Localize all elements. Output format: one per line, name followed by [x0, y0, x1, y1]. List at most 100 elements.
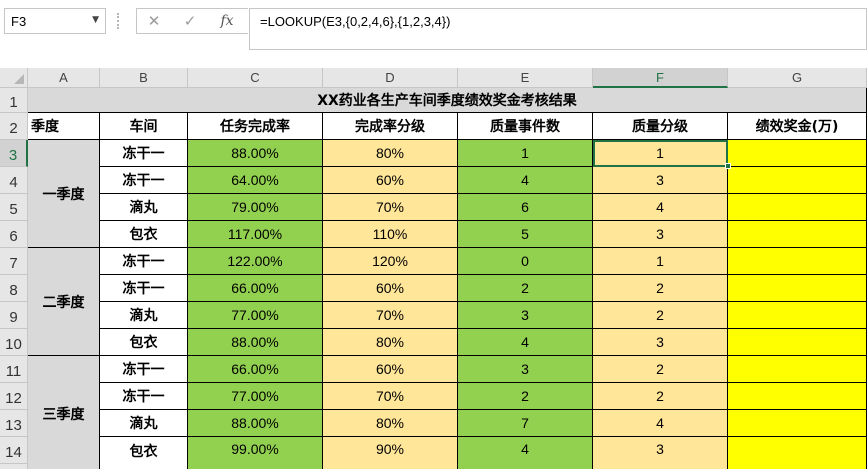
quality-grade-cell[interactable]: 3: [593, 329, 728, 356]
rate-grade-cell[interactable]: 120%: [323, 248, 458, 275]
column-header-d[interactable]: D: [323, 68, 458, 88]
quality-events-cell[interactable]: 2: [458, 275, 593, 302]
bonus-cell[interactable]: [728, 329, 867, 356]
bonus-cell[interactable]: [728, 194, 867, 221]
quality-grade-cell[interactable]: 2: [593, 275, 728, 302]
header-completion-grade[interactable]: 完成率分级: [323, 113, 458, 140]
quality-events-cell[interactable]: 4: [458, 167, 593, 194]
rate-grade-cell[interactable]: 110%: [323, 221, 458, 248]
quality-events-cell[interactable]: 3: [458, 302, 593, 329]
cancel-icon[interactable]: ✕: [141, 8, 167, 34]
quality-grade-cell[interactable]: 2: [593, 356, 728, 383]
workshop-cell[interactable]: 冻干一: [100, 140, 188, 167]
row-header-6[interactable]: 6: [0, 221, 28, 248]
task-rate-cell[interactable]: 64.00%: [188, 167, 323, 194]
bonus-cell[interactable]: [728, 248, 867, 275]
quality-events-cell[interactable]: 1: [458, 140, 593, 167]
rate-grade-cell[interactable]: 60%: [323, 167, 458, 194]
rate-grade-cell[interactable]: 60%: [323, 275, 458, 302]
quality-grade-cell[interactable]: 2: [593, 302, 728, 329]
rate-grade-cell[interactable]: 90%: [323, 437, 458, 469]
task-rate-cell[interactable]: 77.00%: [188, 383, 323, 410]
quality-grade-cell[interactable]: 4: [593, 194, 728, 221]
quality-events-cell[interactable]: 4: [458, 437, 593, 469]
task-rate-cell[interactable]: 99.00%: [188, 437, 323, 469]
column-header-c[interactable]: C: [188, 68, 323, 88]
task-rate-cell[interactable]: 117.00%: [188, 221, 323, 248]
rate-grade-cell[interactable]: 80%: [323, 410, 458, 437]
workshop-cell[interactable]: 冻干一: [100, 383, 188, 410]
quality-grade-cell[interactable]: 4: [593, 410, 728, 437]
quality-grade-cell[interactable]: 1: [593, 140, 728, 167]
row-header-13[interactable]: 13: [0, 410, 28, 437]
rate-grade-cell[interactable]: 80%: [323, 140, 458, 167]
rate-grade-cell[interactable]: 80%: [323, 329, 458, 356]
quality-grade-cell[interactable]: 3: [593, 167, 728, 194]
row-header-11[interactable]: 11: [0, 356, 28, 383]
task-rate-cell[interactable]: 88.00%: [188, 410, 323, 437]
header-quality-events[interactable]: 质量事件数: [458, 113, 593, 140]
quality-events-cell[interactable]: 2: [458, 383, 593, 410]
header-workshop[interactable]: 车间: [100, 113, 188, 140]
quality-grade-cell[interactable]: 3: [593, 437, 728, 469]
row-header-1[interactable]: 1: [0, 88, 28, 113]
rate-grade-cell[interactable]: 70%: [323, 383, 458, 410]
rate-grade-cell[interactable]: 70%: [323, 194, 458, 221]
workshop-cell[interactable]: 滴丸: [100, 410, 188, 437]
row-header-9[interactable]: 9: [0, 302, 28, 329]
quality-grade-cell[interactable]: 1: [593, 248, 728, 275]
bonus-cell[interactable]: [728, 302, 867, 329]
workshop-cell[interactable]: 包衣: [100, 329, 188, 356]
header-task-completion-rate[interactable]: 任务完成率: [188, 113, 323, 140]
header-quarter[interactable]: 季度: [28, 113, 100, 140]
workshop-cell[interactable]: 滴丸: [100, 302, 188, 329]
task-rate-cell[interactable]: 66.00%: [188, 356, 323, 383]
row-header-4[interactable]: 4: [0, 167, 28, 194]
quality-events-cell[interactable]: 6: [458, 194, 593, 221]
column-header-g[interactable]: G: [728, 68, 867, 88]
task-rate-cell[interactable]: 122.00%: [188, 248, 323, 275]
table-title[interactable]: XX药业各生产车间季度绩效奖金考核结果: [28, 88, 867, 113]
formula-input[interactable]: =LOOKUP(E3,{0,2,4,6},{1,2,3,4}): [249, 8, 867, 50]
bonus-cell[interactable]: [728, 356, 867, 383]
fill-handle[interactable]: [725, 163, 731, 169]
bonus-cell[interactable]: [728, 221, 867, 248]
row-header-2[interactable]: 2: [0, 113, 28, 140]
row-header-15[interactable]: [0, 464, 28, 469]
bonus-cell[interactable]: [728, 167, 867, 194]
task-rate-cell[interactable]: 88.00%: [188, 140, 323, 167]
rate-grade-cell[interactable]: 70%: [323, 302, 458, 329]
row-header-8[interactable]: 8: [0, 275, 28, 302]
quarter-cell-q1[interactable]: 一季度: [28, 140, 100, 248]
bonus-cell[interactable]: [728, 437, 867, 469]
row-header-3[interactable]: 3: [0, 140, 28, 167]
select-all-button[interactable]: [0, 68, 28, 88]
header-bonus[interactable]: 绩效奖金(万): [728, 113, 867, 140]
column-header-e[interactable]: E: [458, 68, 593, 88]
column-header-b[interactable]: B: [100, 68, 188, 88]
bonus-cell[interactable]: [728, 410, 867, 437]
workshop-cell[interactable]: 包衣: [100, 221, 188, 248]
task-rate-cell[interactable]: 66.00%: [188, 275, 323, 302]
workshop-cell[interactable]: 包衣: [100, 437, 188, 469]
quality-grade-cell[interactable]: 2: [593, 383, 728, 410]
quarter-cell-q2[interactable]: 二季度: [28, 248, 100, 356]
bonus-cell[interactable]: [728, 140, 867, 167]
quality-grade-cell[interactable]: 3: [593, 221, 728, 248]
quality-events-cell[interactable]: 3: [458, 356, 593, 383]
bonus-cell[interactable]: [728, 383, 867, 410]
chevron-down-icon[interactable]: ▼: [92, 15, 99, 25]
row-header-14[interactable]: 14: [0, 437, 28, 464]
quality-events-cell[interactable]: 7: [458, 410, 593, 437]
workshop-cell[interactable]: 滴丸: [100, 194, 188, 221]
workshop-cell[interactable]: 冻干一: [100, 248, 188, 275]
quality-events-cell[interactable]: 0: [458, 248, 593, 275]
name-box[interactable]: F3 ▼: [4, 8, 106, 34]
bonus-cell[interactable]: [728, 275, 867, 302]
enter-icon[interactable]: ✓: [177, 8, 203, 34]
task-rate-cell[interactable]: 88.00%: [188, 329, 323, 356]
row-header-10[interactable]: 10: [0, 329, 28, 356]
row-header-12[interactable]: 12: [0, 383, 28, 410]
task-rate-cell[interactable]: 79.00%: [188, 194, 323, 221]
rate-grade-cell[interactable]: 60%: [323, 356, 458, 383]
